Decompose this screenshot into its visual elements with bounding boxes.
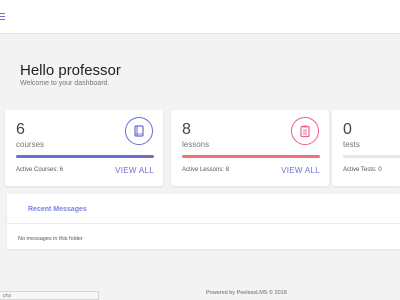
no-messages-text: No messages in this folder	[18, 236, 83, 242]
tests-progress-bar	[343, 155, 400, 158]
page-title: Hello professor	[20, 62, 121, 79]
courses-view-all-link[interactable]: VIEW ALL	[115, 166, 154, 175]
hamburger-menu-icon[interactable]	[0, 13, 5, 20]
courses-count: 6	[16, 121, 25, 138]
lessons-label: lessons	[182, 140, 210, 149]
tests-count: 0	[343, 121, 352, 138]
lessons-card: 8 lessons Active Lessons: 8 VIEW ALL	[171, 110, 329, 186]
active-lessons-text: Active Lessons: 8	[182, 167, 230, 173]
recent-messages-panel: Recent Messages No messages in this fold…	[7, 194, 400, 249]
courses-label: courses	[16, 140, 45, 149]
active-tests-text: Active Tests: 0	[343, 167, 382, 173]
footer-text: Powered by PeelessLMS © 2018	[206, 290, 287, 296]
lessons-progress-bar	[182, 155, 320, 158]
top-navbar	[0, 0, 400, 34]
status-bar-url: php	[0, 291, 99, 300]
welcome-subtitle: Welcome to your dashboard.	[20, 80, 110, 87]
lessons-view-all-link[interactable]: VIEW ALL	[281, 166, 320, 175]
courses-card: 6 courses Active Courses: 6 VIEW ALL	[5, 110, 163, 186]
tests-card: 0 tests Active Tests: 0	[332, 110, 400, 186]
courses-progress-bar	[16, 155, 154, 158]
tests-label: tests	[343, 140, 360, 149]
active-courses-text: Active Courses: 6	[16, 167, 64, 173]
clipboard-icon	[291, 117, 319, 145]
recent-messages-title: Recent Messages	[7, 194, 400, 224]
lessons-count: 8	[182, 121, 191, 138]
book-icon	[125, 117, 153, 145]
